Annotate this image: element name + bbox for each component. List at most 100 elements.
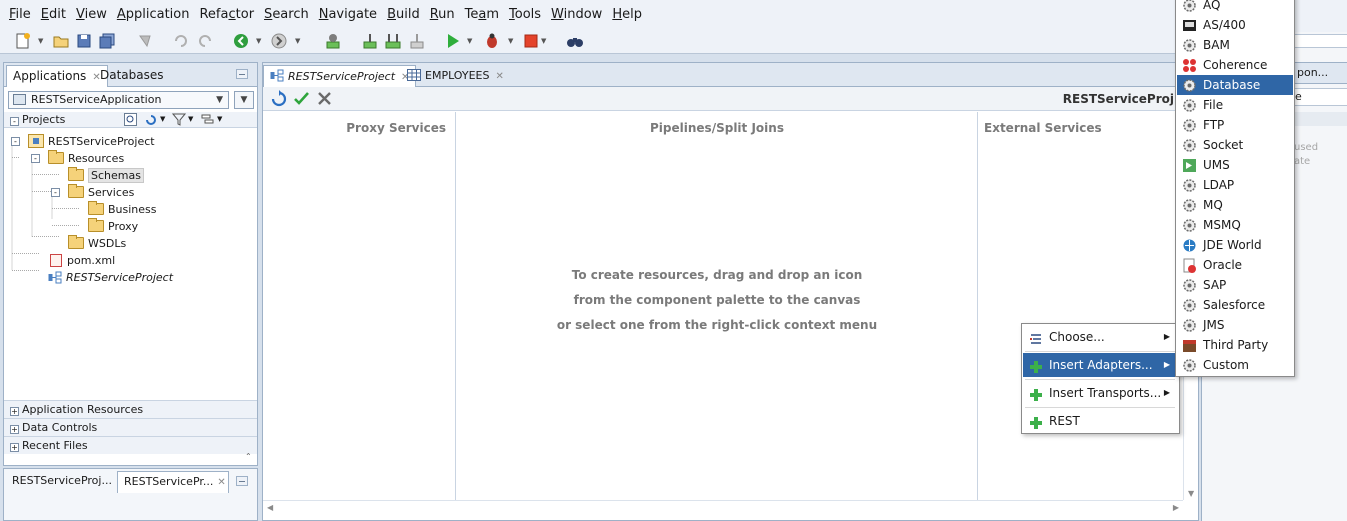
minimize-icon[interactable] — [236, 476, 248, 486]
scroll-left-icon[interactable]: ◀ — [267, 503, 273, 512]
tab-components[interactable]: pon... — [1294, 62, 1347, 84]
tab-restserviceproject[interactable]: RESTServiceProject ✕ — [263, 65, 417, 87]
menu-item-rest[interactable]: REST — [1023, 409, 1178, 433]
tree-item-pom-xml[interactable]: pom.xml — [48, 252, 115, 269]
tree-item-services[interactable]: - Services — [51, 184, 134, 201]
adapter-item-ftp[interactable]: FTP — [1177, 115, 1293, 135]
forward-dropdown-icon[interactable]: ▼ — [295, 37, 302, 45]
adapter-item-ums[interactable]: UMS — [1177, 155, 1293, 175]
rebuild-icon[interactable] — [384, 32, 402, 50]
adapter-item-bam[interactable]: BAM — [1177, 35, 1293, 55]
tree-item-proxy[interactable]: Proxy — [88, 218, 138, 235]
expand-icon[interactable]: + — [10, 425, 19, 434]
save-all-icon[interactable] — [98, 32, 116, 50]
scroll-right-icon[interactable]: ▶ — [1173, 503, 1179, 512]
adapter-item-oracle[interactable]: Oracle — [1177, 255, 1293, 275]
menu-refactor[interactable]: Refactor — [194, 0, 259, 28]
back-dropdown-icon[interactable]: ▼ — [256, 37, 263, 45]
make-icon[interactable] — [324, 32, 342, 50]
expand-icon[interactable]: + — [10, 443, 19, 452]
menu-item-choose[interactable]: Choose... ▶ — [1023, 325, 1178, 349]
tree-item-wsdls[interactable]: WSDLs — [68, 235, 126, 252]
new-dropdown-icon[interactable]: ▼ — [38, 37, 45, 45]
expand-icon[interactable]: + — [10, 407, 19, 416]
close-icon[interactable]: ✕ — [217, 477, 225, 488]
tree-item-resources[interactable]: - Resources — [31, 150, 124, 167]
design-canvas[interactable]: Proxy Services Pipelines/Split Joins To … — [263, 112, 1198, 500]
menu-tools[interactable]: Tools — [504, 0, 546, 28]
forward-icon[interactable] — [270, 32, 288, 50]
adapter-item-msmq[interactable]: MSMQ — [1177, 215, 1293, 235]
menu-team[interactable]: Team — [460, 0, 504, 28]
close-icon[interactable]: ✕ — [495, 71, 503, 82]
save-icon[interactable] — [75, 32, 93, 50]
menu-item-insert-adapters[interactable]: Insert Adapters... ▶ — [1023, 353, 1178, 377]
collapse-icon[interactable]: - — [11, 137, 20, 146]
recent-files-header[interactable]: + Recent Files — [4, 436, 257, 454]
adapter-item-jms[interactable]: JMS — [1177, 315, 1293, 335]
debug-icon[interactable] — [483, 32, 501, 50]
binoculars-icon[interactable] — [566, 32, 584, 50]
data-controls-header[interactable]: + Data Controls — [4, 418, 257, 436]
adapter-item-as-400[interactable]: AS/400 — [1177, 15, 1293, 35]
validate-check-icon[interactable] — [293, 90, 310, 110]
adapter-item-sap[interactable]: SAP — [1177, 275, 1293, 295]
new-file-icon[interactable] — [14, 32, 32, 50]
adapter-item-coherence[interactable]: Coherence — [1177, 55, 1293, 75]
scroll-down-icon[interactable]: ▼ — [1188, 489, 1194, 498]
menu-view[interactable]: View — [71, 0, 112, 28]
tree-item-restserviceproject[interactable]: RESTServiceProject — [48, 269, 173, 286]
menu-file[interactable]: File — [4, 0, 36, 28]
stop-icon[interactable] — [522, 32, 540, 50]
menu-build[interactable]: Build — [382, 0, 425, 28]
proxy-services-lane[interactable]: Proxy Services — [263, 112, 456, 500]
run-dropdown-icon[interactable]: ▼ — [467, 37, 474, 45]
menu-navigate[interactable]: Navigate — [314, 0, 382, 28]
adapter-item-ldap[interactable]: LDAP — [1177, 175, 1293, 195]
adapter-item-salesforce[interactable]: Salesforce — [1177, 295, 1293, 315]
pipelines-lane[interactable]: Pipelines/Split Joins To create resource… — [456, 112, 978, 500]
stop-dropdown-icon[interactable]: ▼ — [541, 37, 548, 45]
back-icon[interactable] — [232, 32, 250, 50]
external-services-lane[interactable]: External Services — [978, 112, 1183, 500]
scroll-up-icon[interactable]: ⌃ — [245, 452, 252, 461]
debug-dropdown-icon[interactable]: ▼ — [508, 37, 515, 45]
refresh-icon[interactable] — [270, 90, 287, 110]
horizontal-scrollbar[interactable]: ◀ ▶ — [263, 500, 1183, 514]
plus-icon — [1029, 358, 1043, 373]
menu-item-insert-transports[interactable]: Insert Transports... ▶ — [1023, 381, 1178, 405]
tree-item-business[interactable]: Business — [88, 201, 157, 218]
adapter-item-third-party[interactable]: Third Party — [1177, 335, 1293, 355]
components-selector[interactable]: e — [1294, 88, 1347, 106]
redo-icon[interactable] — [196, 32, 214, 50]
adapter-item-jde-world[interactable]: JDE World — [1177, 235, 1293, 255]
adapter-item-aq[interactable]: AQ — [1177, 0, 1293, 15]
adapter-item-socket[interactable]: Socket — [1177, 135, 1293, 155]
tree-item-schemas[interactable]: Schemas — [68, 167, 144, 184]
tab-employees[interactable]: EMPLOYEES ✕ — [401, 65, 510, 87]
menu-run[interactable]: Run — [425, 0, 460, 28]
build-icon[interactable] — [361, 32, 379, 50]
menu-help[interactable]: Help — [607, 0, 647, 28]
tab-structure-2[interactable]: RESTServicePr... ✕ — [117, 471, 229, 493]
menu-window[interactable]: Window — [546, 0, 607, 28]
delete-x-icon[interactable] — [316, 90, 333, 110]
disabled-tool-icon[interactable] — [136, 32, 154, 50]
collapse-icon[interactable]: - — [31, 154, 40, 163]
menu-search[interactable]: Search — [259, 0, 314, 28]
collapse-icon[interactable]: - — [51, 188, 60, 197]
components-search-field[interactable] — [1294, 34, 1347, 48]
tree-item-restserviceproject[interactable]: - RESTServiceProject — [11, 133, 155, 150]
menu-edit[interactable]: Edit — [36, 0, 71, 28]
clean-icon[interactable] — [408, 32, 426, 50]
adapter-item-custom[interactable]: Custom — [1177, 355, 1293, 375]
adapter-item-mq[interactable]: MQ — [1177, 195, 1293, 215]
undo-icon[interactable] — [172, 32, 190, 50]
menu-application[interactable]: Application — [112, 0, 195, 28]
run-icon[interactable] — [444, 32, 462, 50]
application-resources-header[interactable]: + Application Resources — [4, 400, 257, 418]
adapter-item-file[interactable]: File — [1177, 95, 1293, 115]
tab-structure-1[interactable]: RESTServiceProj... — [6, 471, 116, 493]
open-folder-icon[interactable] — [52, 32, 70, 50]
adapter-item-database[interactable]: Database — [1177, 75, 1293, 95]
